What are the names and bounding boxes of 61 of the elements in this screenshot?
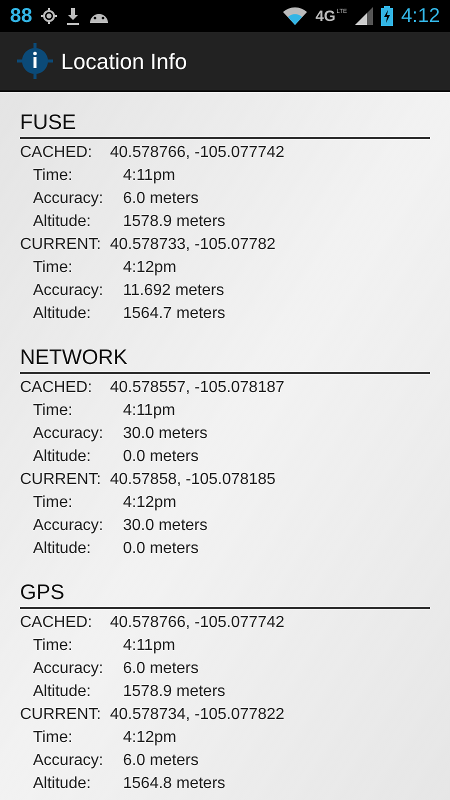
- detail-label: Altitude:: [33, 538, 92, 558]
- detail-value: 4:12pm: [123, 728, 176, 748]
- detail-value: 0.0 meters: [123, 538, 199, 558]
- section-heading: FUSE: [20, 110, 430, 139]
- detail-value: 11.692 meters: [123, 280, 224, 300]
- detail-label: Accuracy:: [33, 750, 104, 770]
- wifi-icon: [283, 7, 308, 25]
- coordinates: 40.578734, -105.077822: [110, 704, 284, 724]
- detail-value: 30.0 meters: [123, 424, 208, 444]
- detail-value: 1564.7 meters: [123, 304, 226, 324]
- fix-label: CURRENT:: [20, 470, 102, 490]
- detail-label: Altitude:: [33, 446, 92, 466]
- detail-label: Time:: [33, 166, 74, 186]
- detail-value: 30.0 meters: [123, 516, 208, 536]
- detail-label: Accuracy:: [33, 658, 104, 678]
- section-heading: GPS: [20, 580, 430, 609]
- detail-value: 4:11pm: [123, 636, 176, 656]
- section-heading: NETWORK: [20, 345, 430, 374]
- detail-label: Accuracy:: [33, 516, 104, 536]
- detail-label: Time:: [33, 636, 74, 656]
- detail-label: Accuracy:: [33, 188, 104, 208]
- detail-value: 4:11pm: [123, 166, 176, 186]
- detail-label: Altitude:: [33, 304, 92, 324]
- detail-label: Altitude:: [33, 774, 92, 794]
- fix-label: CACHED:: [20, 612, 94, 632]
- detail-value: 1564.8 meters: [123, 774, 226, 794]
- detail-label: Time:: [33, 258, 74, 278]
- detail-value: 4:12pm: [123, 258, 176, 278]
- detail-label: Altitude:: [33, 212, 92, 232]
- detail-value: 6.0 meters: [123, 658, 199, 678]
- fix-label: CURRENT:: [20, 704, 102, 724]
- detail-value: 1578.9 meters: [123, 212, 226, 232]
- detail-label: Altitude:: [33, 682, 92, 702]
- fix-label: CURRENT:: [20, 234, 102, 254]
- detail-label: Time:: [33, 728, 74, 748]
- coordinates: 40.57858, -105.078185: [110, 470, 276, 490]
- coordinates: 40.578766, -105.077742: [110, 612, 284, 632]
- coordinates: 40.578557, -105.078187: [110, 378, 284, 398]
- detail-label: Accuracy:: [33, 280, 104, 300]
- detail-value: 6.0 meters: [123, 188, 199, 208]
- detail-value: 4:12pm: [123, 492, 176, 512]
- coordinates: 40.578766, -105.077742: [110, 142, 284, 162]
- notification-count: 88: [10, 6, 32, 26]
- download-icon: [66, 7, 80, 25]
- status-time: 4:12: [401, 6, 440, 26]
- battery-icon: [381, 6, 394, 26]
- fix-label: CACHED:: [20, 378, 94, 398]
- gps-icon: [40, 7, 58, 25]
- detail-label: Time:: [33, 492, 74, 512]
- detail-value: 6.0 meters: [123, 750, 199, 770]
- signal-icon: [355, 7, 374, 25]
- fix-label: CACHED:: [20, 142, 94, 162]
- detail-label: Accuracy:: [33, 424, 104, 444]
- coordinates: 40.578733, -105.07782: [110, 234, 276, 254]
- detail-value: 1578.9 meters: [123, 682, 226, 702]
- detail-label: Time:: [33, 400, 74, 420]
- app-title: Location Info: [61, 48, 187, 76]
- network-type-label: 4G: [315, 8, 336, 24]
- detail-value: 0.0 meters: [123, 446, 199, 466]
- detail-value: 4:11pm: [123, 400, 176, 420]
- location-info-icon: [17, 43, 53, 79]
